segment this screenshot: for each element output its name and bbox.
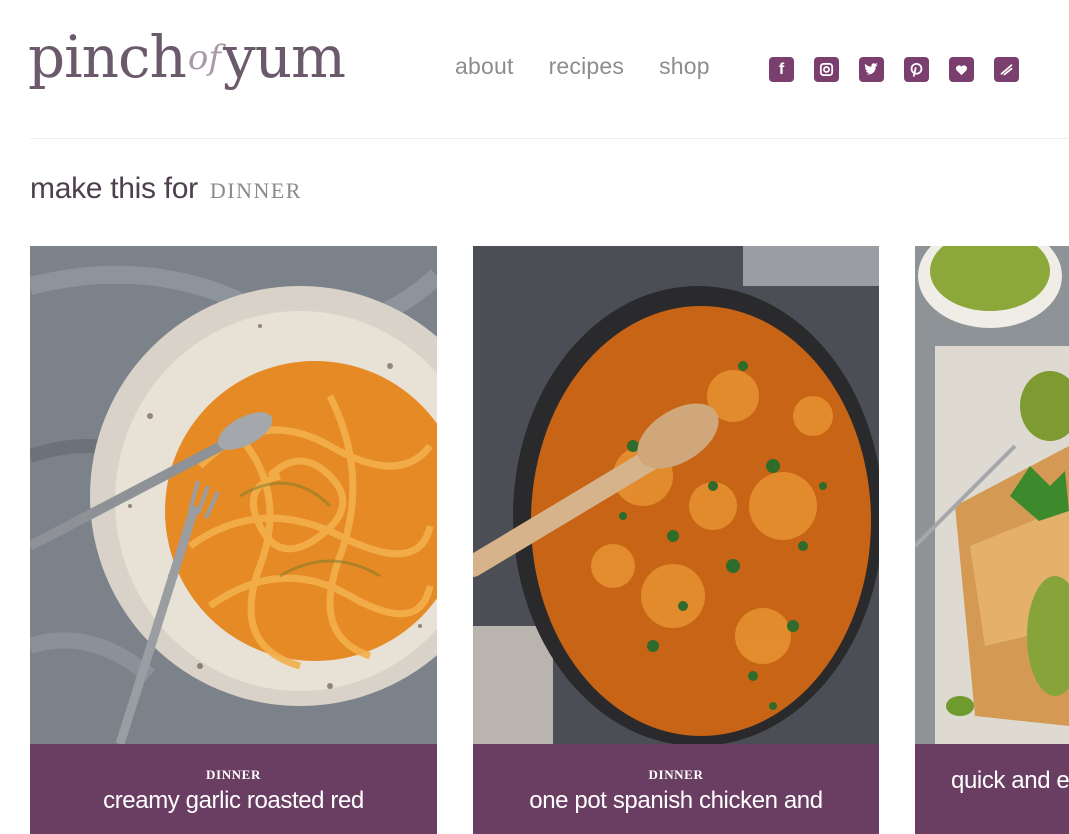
recipe-photo-spanish-chicken xyxy=(473,246,879,744)
nav-recipes[interactable]: recipes xyxy=(549,53,625,80)
social-links: f xyxy=(769,57,1019,82)
site-logo[interactable]: pinch of yum xyxy=(28,22,346,112)
logo-word-yum: yum xyxy=(222,23,346,91)
recipe-caption: DINNER creamy garlic roasted red xyxy=(30,744,437,834)
logo-word-of: of xyxy=(187,38,221,78)
section-heading-category: DINNER xyxy=(209,178,302,203)
recipe-card-2[interactable]: DINNER one pot spanish chicken and xyxy=(473,246,879,834)
recipe-photo-zoodles xyxy=(30,246,437,744)
recipe-card-3[interactable]: quick and e xyxy=(915,246,1069,834)
nav-shop[interactable]: shop xyxy=(659,53,710,80)
recipe-category-label: DINNER xyxy=(206,767,261,782)
logo-word-pinch: pinch xyxy=(28,23,187,91)
instagram-icon[interactable] xyxy=(814,57,839,82)
recipe-card-1[interactable]: DINNER creamy garlic roasted red xyxy=(30,246,437,834)
recipe-title[interactable]: one pot spanish chicken and xyxy=(473,787,879,815)
recipe-photo-quesadilla xyxy=(915,246,1069,744)
twitter-icon[interactable] xyxy=(859,57,884,82)
section-heading: make this for DINNER xyxy=(30,172,302,206)
recipe-title[interactable]: quick and e xyxy=(915,767,1069,795)
recipe-category-label: DINNER xyxy=(648,767,704,782)
facebook-icon[interactable]: f xyxy=(769,57,794,82)
section-heading-prefix: make this for xyxy=(30,172,198,205)
recipe-caption: DINNER one pot spanish chicken and xyxy=(473,744,879,834)
recipe-caption: quick and e xyxy=(915,744,1069,834)
bloglovin-icon[interactable] xyxy=(949,57,974,82)
main-nav: about recipes shop xyxy=(455,53,710,80)
nav-about[interactable]: about xyxy=(455,53,514,80)
recipe-title[interactable]: creamy garlic roasted red xyxy=(30,787,437,815)
pinterest-icon[interactable] xyxy=(904,57,929,82)
email-icon[interactable] xyxy=(994,57,1019,82)
header-divider xyxy=(30,138,1069,139)
